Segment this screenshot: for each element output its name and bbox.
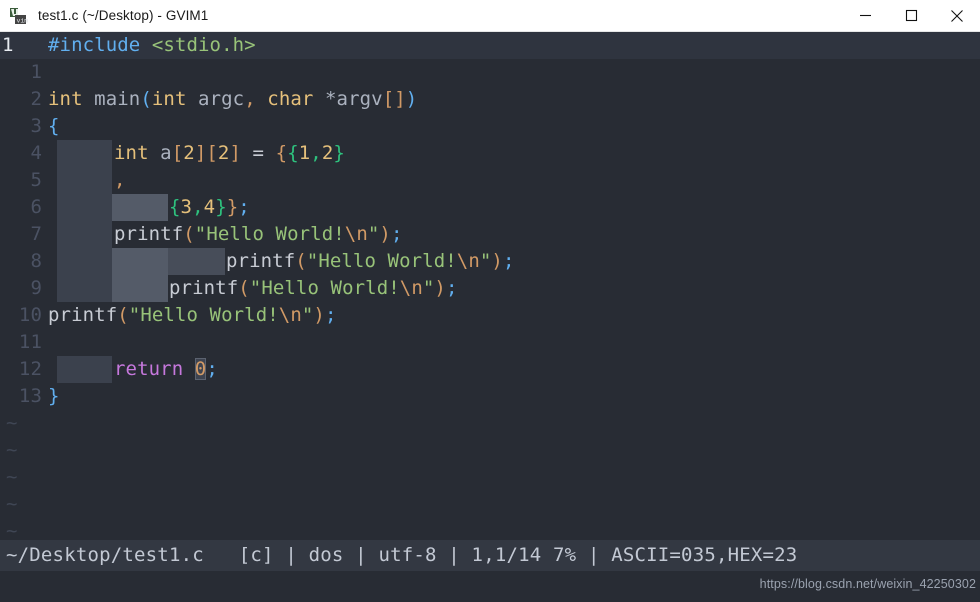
line-content: printf("Hello World!\n");: [114, 223, 403, 245]
line-number: 13: [18, 385, 42, 407]
code-line[interactable]: 10 printf("Hello World!\n");: [0, 302, 980, 329]
indent-guide: [168, 248, 225, 275]
command-line[interactable]: :ClangFormat https://blog.csdn.net/weixi…: [0, 571, 980, 602]
line-content: {: [48, 113, 60, 140]
tilde-marker: ~: [6, 439, 18, 461]
status-line: ~/Desktop/test1.c [c] | dos | utf-8 | 1,…: [0, 540, 980, 571]
line-number: 3: [30, 115, 42, 137]
indent-guide: [112, 275, 168, 302]
line-content: #include <stdio.h>: [48, 32, 256, 59]
code-line[interactable]: 5 ,: [0, 167, 980, 194]
code-line[interactable]: 13 }: [0, 383, 980, 410]
empty-buffer-line: ~: [0, 437, 980, 464]
line-content: }: [48, 383, 60, 410]
maximize-icon[interactable]: [888, 0, 934, 32]
code-line[interactable]: 9 printf("Hello World!\n");: [0, 275, 980, 302]
token-close-brace: }: [48, 385, 60, 407]
token-brackets: []: [382, 88, 406, 110]
token-printf: printf: [226, 250, 296, 272]
line-content: {3,4}};: [169, 196, 250, 218]
line-content: ,: [114, 167, 126, 194]
empty-buffer-line: ~: [0, 518, 980, 540]
line-number: 8: [30, 250, 42, 272]
token-stdio: <stdio.h>: [151, 34, 256, 56]
code-line[interactable]: 6 {3,4}};: [0, 194, 980, 221]
token-include: #include: [48, 34, 141, 56]
window-title: test1.c (~/Desktop) - GVIM1: [38, 8, 209, 23]
token-comma: ,: [114, 169, 126, 191]
code-line[interactable]: 11: [0, 329, 980, 356]
code-line[interactable]: 3 {: [0, 113, 980, 140]
line-number: 6: [30, 196, 42, 218]
close-icon[interactable]: [934, 0, 980, 32]
line-content: printf("Hello World!\n");: [48, 304, 337, 326]
indent-guide: [57, 194, 112, 221]
token-printf: printf: [169, 277, 239, 299]
line-number: 11: [18, 331, 42, 353]
indent-guide: [57, 140, 112, 167]
tilde-marker: ~: [6, 466, 18, 488]
line-number: 4: [30, 142, 42, 164]
line-content: printf("Hello World!\n");: [169, 277, 458, 299]
svg-text:vim: vim: [17, 17, 29, 24]
line-content: int a[2][2] = {{1,2}: [114, 142, 345, 164]
token-printf: printf: [114, 223, 184, 245]
indent-guide: [112, 248, 168, 275]
indent-guide: [57, 275, 112, 302]
line-content: printf("Hello World!\n");: [226, 250, 515, 272]
line-number: 2: [30, 88, 42, 110]
token-int: int: [48, 88, 83, 110]
token-int2: int: [151, 88, 187, 110]
code-line[interactable]: 2 int main(int argc, char *argv[]): [0, 86, 980, 113]
token-char: char: [267, 88, 314, 110]
tilde-marker: ~: [6, 412, 18, 434]
tilde-marker: ~: [6, 520, 18, 540]
window-controls: [842, 0, 980, 32]
code-line[interactable]: 12 return 0;: [0, 356, 980, 383]
line-number: 5: [30, 169, 42, 191]
code-line[interactable]: 4 int a[2][2] = {{1,2}: [0, 140, 980, 167]
title-bar: vim test1.c (~/Desktop) - GVIM1: [0, 0, 980, 32]
code-line[interactable]: 7 printf("Hello World!\n");: [0, 221, 980, 248]
empty-buffer-line: ~: [0, 410, 980, 437]
token-main: main: [94, 88, 141, 110]
line-content: return 0;: [114, 358, 218, 380]
line-number: 12: [18, 358, 42, 380]
empty-buffer-line: ~: [0, 491, 980, 518]
line-number: 1: [2, 34, 14, 56]
code-line[interactable]: 1: [0, 59, 980, 86]
line-number: 9: [30, 277, 42, 299]
gvim-icon: vim: [8, 6, 30, 26]
line-number: 10: [18, 304, 42, 326]
line-number: 1: [30, 61, 42, 83]
indent-guide: [57, 356, 112, 383]
token-argv: *argv: [325, 88, 383, 110]
code-line[interactable]: 1 #include <stdio.h>: [0, 32, 980, 59]
token-int: int: [114, 142, 149, 164]
indent-guide: [57, 221, 112, 248]
code-line[interactable]: 8 printf("Hello World!\n");: [0, 248, 980, 275]
cursor-char: 0: [194, 358, 207, 380]
editor-area[interactable]: 1 #include <stdio.h> 1 2 int main(int ar…: [0, 32, 980, 540]
line-content: int main(int argc, char *argv[]): [48, 88, 418, 110]
line-number: 7: [30, 223, 42, 245]
indent-guide: [57, 167, 112, 194]
token-open-brace: {: [48, 115, 60, 137]
indent-guide: [57, 248, 112, 275]
tilde-marker: ~: [6, 493, 18, 515]
empty-buffer-line: ~: [0, 464, 980, 491]
token-return: return: [114, 358, 184, 380]
minimize-icon[interactable]: [842, 0, 888, 32]
token-argc: argc: [198, 88, 245, 110]
watermark: https://blog.csdn.net/weixin_42250302: [759, 577, 976, 591]
indent-guide: [112, 194, 168, 221]
token-printf: printf: [48, 304, 118, 326]
